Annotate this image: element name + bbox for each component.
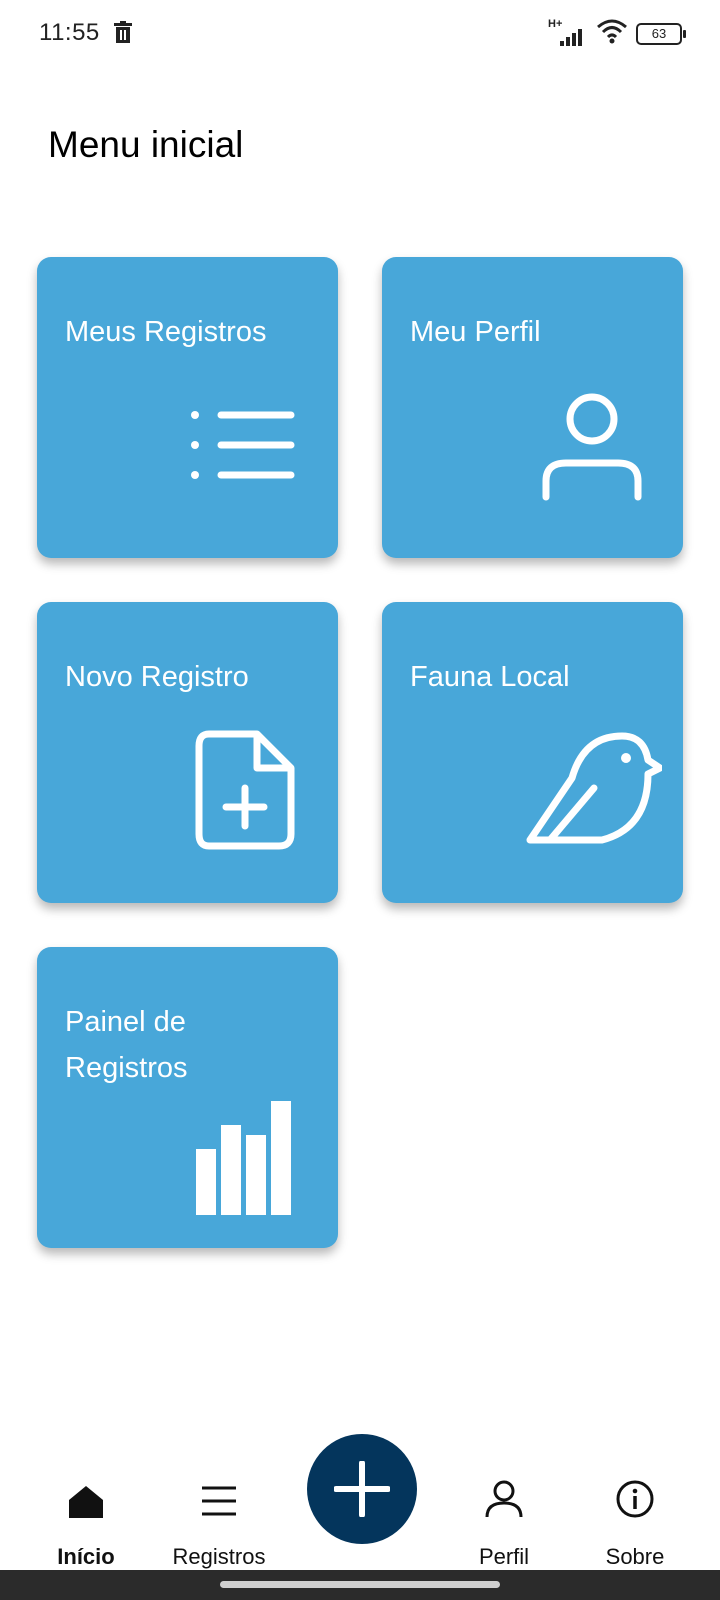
card-label: Fauna Local (410, 661, 570, 693)
card-novo-registro[interactable]: Novo Registro (37, 602, 338, 903)
nav-item-perfil[interactable]: Perfil (434, 1440, 574, 1569)
card-meus-registros[interactable]: Meus Registros (37, 257, 338, 558)
gesture-bar (0, 1570, 720, 1600)
card-label: Meu Perfil (410, 316, 541, 348)
nav-item-sobre[interactable]: Sobre (565, 1440, 705, 1569)
trash-icon (114, 21, 132, 48)
status-icons: H+ 63 (548, 18, 686, 49)
nav-item-registros[interactable]: Registros (149, 1440, 289, 1569)
nav-label: Início (57, 1544, 115, 1569)
card-fauna-local[interactable]: Fauna Local (382, 602, 683, 903)
nav-label: Sobre (605, 1544, 665, 1569)
nav-label: Perfil (478, 1544, 530, 1569)
file-plus-icon (195, 730, 295, 850)
card-label: Novo Registro (65, 661, 249, 693)
card-label: Painel de Registros (65, 1006, 188, 1084)
person-icon (485, 1480, 523, 1518)
home-indicator[interactable] (220, 1581, 500, 1588)
nav-item-inicio[interactable]: Início (16, 1440, 156, 1569)
info-icon (616, 1480, 654, 1518)
bar-chart-icon (196, 1101, 291, 1215)
nav-label: Registros (172, 1544, 266, 1569)
card-painel-registros[interactable]: Painel de Registros (37, 947, 338, 1248)
bird-icon (526, 732, 662, 844)
list-icon (191, 411, 295, 479)
person-icon (542, 393, 642, 501)
wifi-icon (596, 18, 628, 49)
status-bar: 11:55 H+ 63 (0, 0, 720, 70)
card-meu-perfil[interactable]: Meu Perfil (382, 257, 683, 558)
battery-icon: 63 (636, 22, 686, 45)
new-record-fab[interactable] (307, 1434, 417, 1544)
home-icon (69, 1486, 103, 1518)
status-time: 11:55 (39, 19, 100, 46)
menu-icon (202, 1486, 236, 1516)
plus-icon (334, 1461, 390, 1517)
signal-icon: H+ (548, 18, 588, 47)
page-title: Menu inicial (48, 124, 244, 165)
card-label: Meus Registros (65, 316, 267, 348)
